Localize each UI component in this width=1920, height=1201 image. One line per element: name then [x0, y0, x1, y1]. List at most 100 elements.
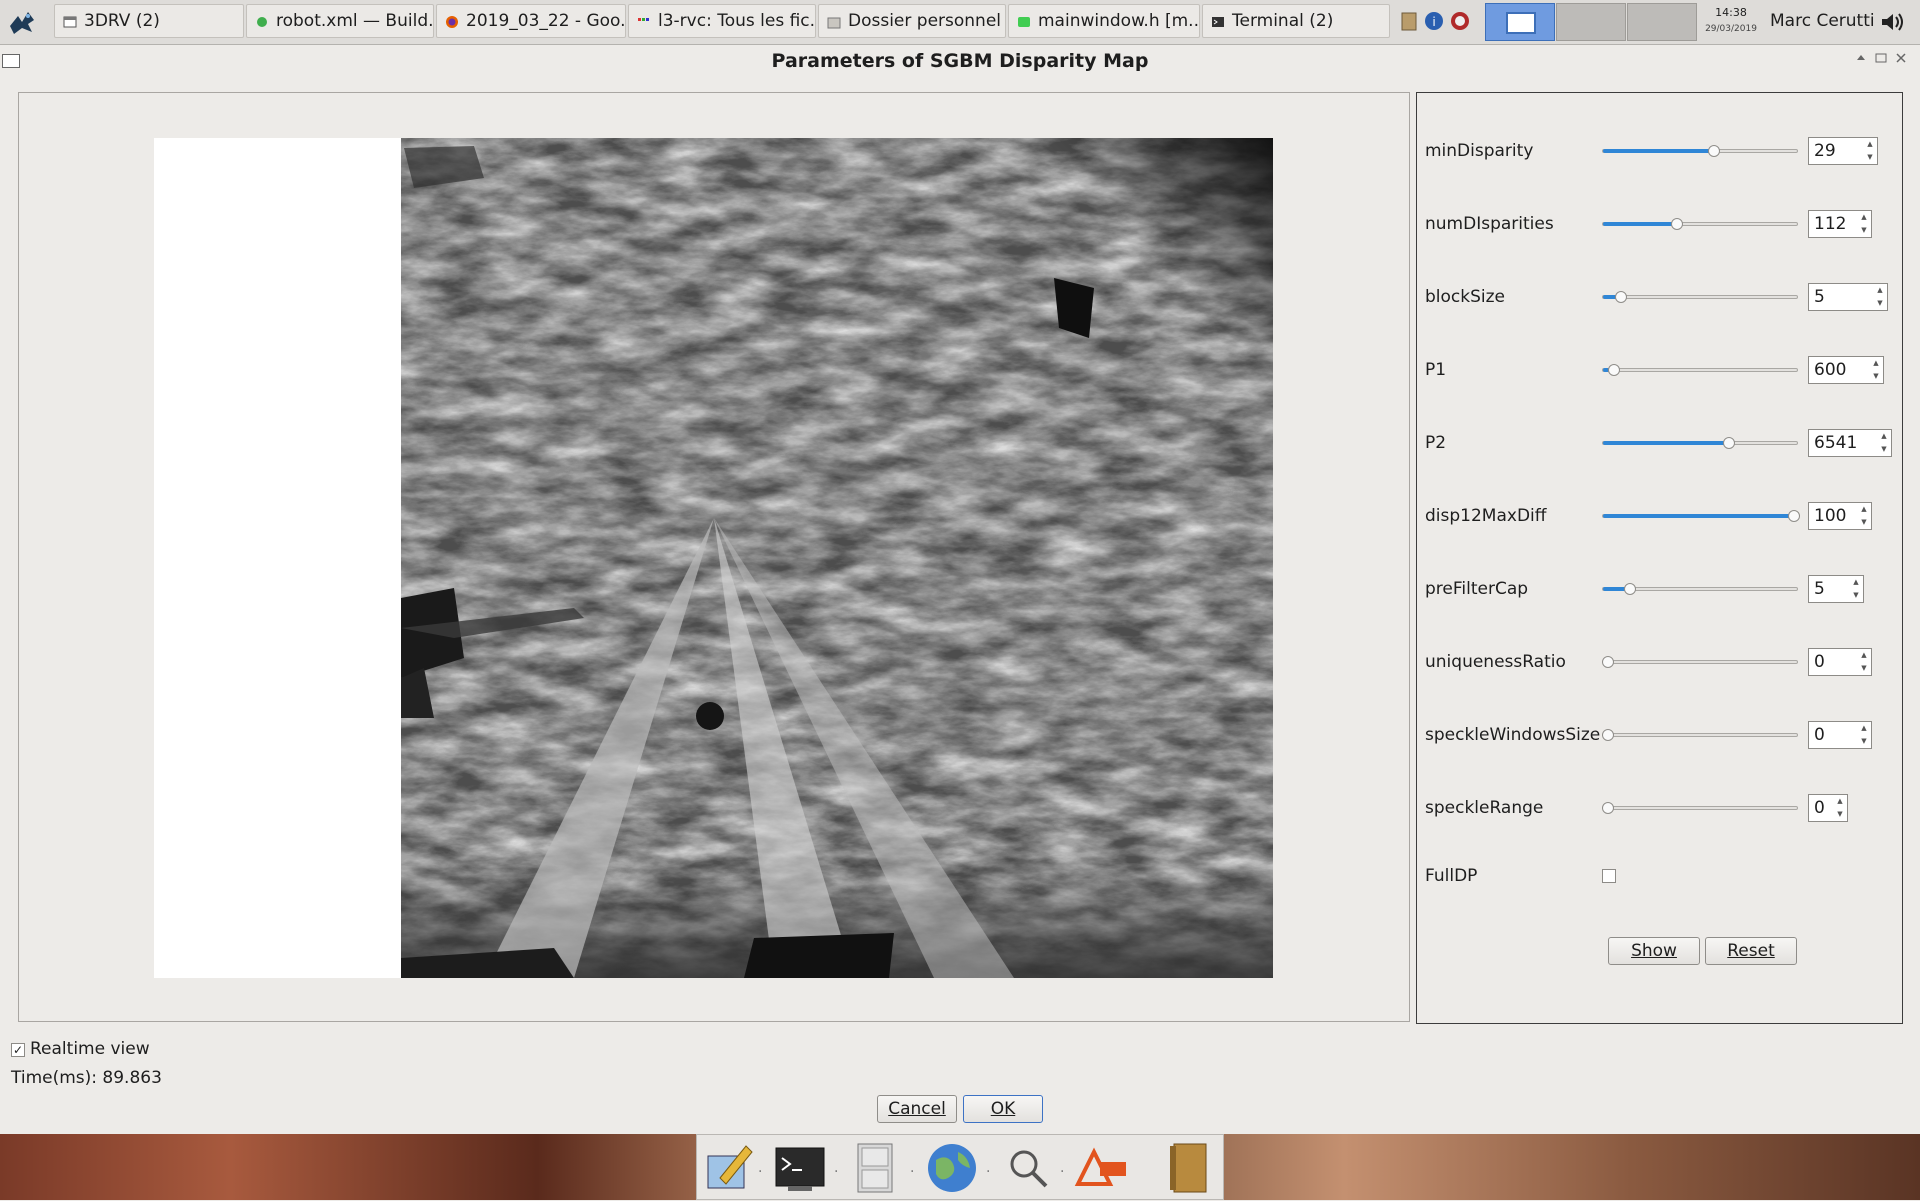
- file-cabinet-icon[interactable]: [848, 1138, 904, 1196]
- param-label-p1: P1: [1425, 360, 1447, 380]
- web-browser-icon[interactable]: [924, 1138, 980, 1196]
- param-slider-specklerange[interactable]: [1602, 806, 1798, 810]
- taskbar-item-robot-xml[interactable]: robot.xml — Build...: [246, 4, 434, 38]
- param-spinbox-uniquenessratio[interactable]: 0 ▲ ▼: [1808, 648, 1872, 676]
- param-spinbox-disp12maxdiff[interactable]: 100 ▲ ▼: [1808, 502, 1872, 530]
- slider-handle[interactable]: [1602, 729, 1614, 741]
- spin-arrows-icon[interactable]: ▲ ▼: [1869, 357, 1883, 383]
- param-spinbox-specklewindowssize[interactable]: 0 ▲ ▼: [1808, 721, 1872, 749]
- taskbar-item-3drv[interactable]: 3DRV (2): [54, 4, 244, 38]
- spinbox-value[interactable]: 0: [1809, 798, 1833, 818]
- spin-arrows-icon[interactable]: ▲ ▼: [1857, 503, 1871, 529]
- slider-handle[interactable]: [1788, 510, 1800, 522]
- taskbar-item-dossier[interactable]: Dossier personnel: [818, 4, 1006, 38]
- clipboard-icon: [1401, 12, 1417, 31]
- fulldp-checkbox[interactable]: [1602, 869, 1616, 883]
- taskbar-item-mainwindow[interactable]: mainwindow.h [m...: [1008, 4, 1200, 38]
- task-label: l3-rvc: Tous les fic...: [658, 11, 816, 31]
- param-slider-uniquenessratio[interactable]: [1602, 660, 1798, 664]
- param-spinbox-blocksize[interactable]: 5 ▲ ▼: [1808, 283, 1888, 311]
- param-spinbox-mindisparity[interactable]: 29 ▲ ▼: [1808, 137, 1878, 165]
- spin-arrows-icon[interactable]: ▲ ▼: [1857, 211, 1871, 237]
- user-name[interactable]: Marc Cerutti: [1770, 11, 1875, 31]
- param-slider-disp12maxdiff[interactable]: [1602, 514, 1798, 518]
- param-slider-p1[interactable]: [1602, 368, 1798, 372]
- slider-handle[interactable]: [1602, 802, 1614, 814]
- param-spinbox-p1[interactable]: 600 ▲ ▼: [1808, 356, 1884, 384]
- dock-separator: ·: [986, 1164, 991, 1180]
- spinbox-value[interactable]: 5: [1809, 287, 1873, 307]
- accessibility-icon: i: [1425, 12, 1443, 30]
- cancel-button[interactable]: Cancel: [877, 1095, 957, 1123]
- show-button[interactable]: Show: [1608, 937, 1700, 965]
- slider-handle[interactable]: [1708, 145, 1721, 157]
- slider-fill: [1603, 222, 1675, 226]
- spinbox-value[interactable]: 5: [1809, 579, 1849, 599]
- slider-handle[interactable]: [1670, 218, 1683, 230]
- spinbox-value[interactable]: 100: [1809, 506, 1857, 526]
- workspace-1[interactable]: [1485, 3, 1555, 41]
- window-icon: [63, 14, 77, 28]
- ok-button[interactable]: OK: [963, 1095, 1043, 1123]
- task-label: Terminal (2): [1232, 11, 1334, 31]
- param-slider-blocksize[interactable]: [1602, 295, 1798, 299]
- spin-arrows-icon[interactable]: ▲ ▼: [1833, 795, 1847, 821]
- volume-icon[interactable]: [1880, 10, 1908, 39]
- dock-separator: ·: [910, 1164, 915, 1180]
- slider-fill: [1603, 149, 1714, 153]
- param-spinbox-prefiltercap[interactable]: 5 ▲ ▼: [1808, 575, 1864, 603]
- taskbar-item-firefox[interactable]: 2019_03_22 - Goo...: [436, 4, 626, 38]
- spin-arrows-icon[interactable]: ▲ ▼: [1877, 430, 1891, 456]
- shade-icon[interactable]: [1854, 51, 1868, 65]
- taskbar-item-terminal[interactable]: Terminal (2): [1202, 4, 1390, 38]
- param-spinbox-p2[interactable]: 6541 ▲ ▼: [1808, 429, 1892, 457]
- slider-handle[interactable]: [1607, 364, 1620, 376]
- spin-arrows-icon[interactable]: ▲ ▼: [1873, 284, 1887, 310]
- close-icon[interactable]: [1894, 51, 1908, 65]
- spinbox-value[interactable]: 0: [1809, 652, 1857, 672]
- param-spinbox-numdisparities[interactable]: 112 ▲ ▼: [1808, 210, 1872, 238]
- spinbox-value[interactable]: 6541: [1809, 433, 1877, 453]
- spin-arrows-icon[interactable]: ▲ ▼: [1857, 722, 1871, 748]
- utility-icon[interactable]: [1000, 1138, 1056, 1196]
- slider-handle[interactable]: [1602, 656, 1614, 668]
- green-dot-icon: [255, 14, 269, 28]
- dock-separator: ·: [758, 1164, 763, 1180]
- browser-tab-icon: [637, 14, 651, 28]
- realtime-checkbox[interactable]: ✓: [11, 1043, 25, 1057]
- workspace-3[interactable]: [1627, 3, 1697, 41]
- param-spinbox-specklerange[interactable]: 0 ▲ ▼: [1808, 794, 1848, 822]
- workspace-2[interactable]: [1556, 3, 1626, 41]
- text-editor-icon[interactable]: [700, 1138, 756, 1196]
- spinbox-value[interactable]: 0: [1809, 725, 1857, 745]
- app-menu-icon[interactable]: [6, 6, 38, 38]
- param-slider-p2[interactable]: [1602, 441, 1798, 445]
- terminal-icon[interactable]: [772, 1138, 828, 1196]
- window-menu-icon[interactable]: [2, 54, 20, 68]
- clock-time[interactable]: 14:38: [1705, 6, 1757, 19]
- param-slider-specklewindowssize[interactable]: [1602, 733, 1798, 737]
- spinbox-value[interactable]: 112: [1809, 214, 1857, 234]
- tray-icons: i: [1400, 10, 1472, 34]
- time-readout: Time(ms): 89.863: [11, 1068, 162, 1088]
- reset-button[interactable]: Reset: [1705, 937, 1797, 965]
- spinbox-value[interactable]: 29: [1809, 141, 1863, 161]
- spin-arrows-icon[interactable]: ▲ ▼: [1849, 576, 1863, 602]
- slider-handle[interactable]: [1615, 291, 1628, 303]
- slider-fill: [1603, 514, 1797, 518]
- dock-separator: ·: [834, 1164, 839, 1180]
- spin-arrows-icon[interactable]: ▲ ▼: [1863, 138, 1877, 164]
- param-slider-mindisparity[interactable]: [1602, 149, 1798, 153]
- taskbar-item-l3-rvc[interactable]: l3-rvc: Tous les fic...: [628, 4, 816, 38]
- notebook-icon[interactable]: [1160, 1138, 1216, 1196]
- maximize-icon[interactable]: [1874, 51, 1888, 65]
- folder-icon: [827, 14, 841, 29]
- param-label-specklerange: speckleRange: [1425, 798, 1544, 818]
- spin-arrows-icon[interactable]: ▲ ▼: [1857, 649, 1871, 675]
- spinbox-value[interactable]: 600: [1809, 360, 1869, 380]
- cremi-icon[interactable]: [1074, 1138, 1130, 1196]
- param-slider-numdisparities[interactable]: [1602, 222, 1798, 226]
- clock-date[interactable]: 29/03/2019: [1703, 24, 1759, 34]
- slider-handle[interactable]: [1722, 437, 1735, 449]
- realtime-label[interactable]: Realtime view: [30, 1039, 150, 1059]
